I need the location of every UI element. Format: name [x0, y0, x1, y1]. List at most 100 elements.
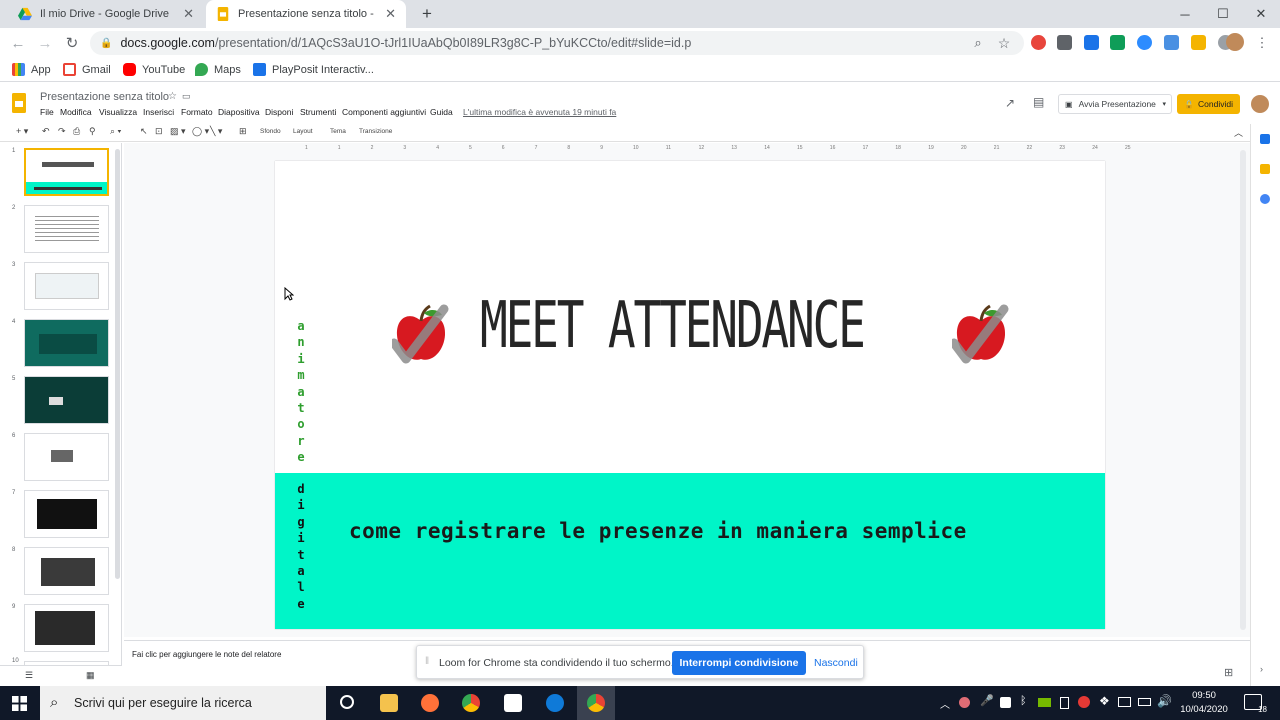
extension-icon[interactable] [1191, 35, 1206, 50]
zoom-extension-icon[interactable] [1137, 35, 1152, 50]
extension-icon[interactable] [1057, 35, 1072, 50]
menu-diapositiva[interactable]: Diapositiva [218, 107, 260, 117]
document-title[interactable]: Presentazione senza titolo [40, 91, 169, 103]
bookmark-star-icon[interactable]: ☆ [994, 33, 1014, 53]
microphone-icon[interactable]: 🎤 [980, 694, 994, 707]
menu-formato[interactable]: Formato [181, 107, 213, 117]
slide-thumbnail-9[interactable] [24, 604, 109, 652]
drag-handle-icon[interactable]: ‖ [425, 656, 429, 667]
chevron-right-icon[interactable]: › [1260, 664, 1263, 674]
extension-icon[interactable] [1084, 35, 1099, 50]
slide-thumbnail-1[interactable] [24, 148, 109, 196]
menu-inserisci[interactable]: Inserisci [143, 107, 174, 117]
image-icon[interactable]: ▨ ▾ [170, 126, 186, 137]
bookmark-maps[interactable]: Maps [195, 63, 241, 76]
taskbar-active-app[interactable] [577, 686, 615, 720]
slide-thumbnail-5[interactable] [24, 376, 109, 424]
bookmark-gmail[interactable]: Gmail [63, 63, 111, 76]
slide-thumbnail-4[interactable] [24, 319, 109, 367]
theme-button[interactable]: Tema [330, 128, 346, 135]
canvas-scrollbar[interactable] [1240, 150, 1246, 630]
taskbar-search[interactable]: ⌕ Scrivi qui per eseguire la ricerca [40, 686, 326, 720]
activity-trend-icon[interactable]: ↗ [1005, 96, 1015, 110]
file-explorer-icon[interactable] [380, 694, 398, 712]
keep-icon[interactable] [1260, 164, 1270, 174]
paint-format-icon[interactable]: ⚲ [89, 126, 96, 137]
hide-button[interactable]: Nascondi [814, 657, 858, 669]
avatar[interactable] [1226, 33, 1244, 51]
vertical-text-animatore[interactable]: animatore [295, 318, 307, 466]
address-bar[interactable]: 🔒 docs.google.com/presentation/d/1AQcS3a… [90, 31, 1024, 55]
tab-google-drive[interactable]: Il mio Drive - Google Drive ✕ [8, 0, 204, 28]
explore-icon[interactable]: ⊞ [1224, 666, 1233, 679]
menu-disponi[interactable]: Disponi [265, 107, 293, 117]
shape-icon[interactable]: ◯ ▾ [192, 126, 209, 137]
comments-icon[interactable]: ▤ [1033, 95, 1044, 109]
layout-button[interactable]: Layout [293, 128, 313, 135]
menu-componenti-aggiuntivi[interactable]: Componenti aggiuntivi [342, 107, 426, 117]
network-icon[interactable] [1118, 697, 1131, 707]
slide-thumbnail-3[interactable] [24, 262, 109, 310]
windows-start-icon[interactable] [12, 696, 27, 711]
usb-icon[interactable] [1060, 697, 1069, 709]
grid-view-icon[interactable]: ▦ [86, 670, 95, 681]
select-icon[interactable]: ↖ [140, 126, 148, 137]
show-hidden-icons-icon[interactable]: ︿ [940, 696, 950, 711]
tab-google-slides[interactable]: Presentazione senza titolo - Presentazio… [206, 0, 406, 28]
redo-icon[interactable]: ↷ [58, 126, 66, 137]
present-button[interactable]: ▣ Avvia Presentazione ▾ [1058, 94, 1172, 114]
zoom-tool-icon[interactable]: ⌕ ▾ [110, 126, 121, 137]
google-slides-logo-icon[interactable] [12, 93, 26, 113]
volume-icon[interactable]: 🔊 [1157, 694, 1172, 708]
calendar-icon[interactable] [1260, 134, 1270, 144]
forward-icon[interactable]: → [35, 33, 55, 53]
comment-add-icon[interactable]: ⊞ [239, 126, 247, 137]
undo-icon[interactable]: ↶ [42, 126, 50, 137]
extension-icon[interactable] [1031, 35, 1046, 50]
menu-strumenti[interactable]: Strumenti [300, 107, 336, 117]
extension-icon[interactable] [1110, 35, 1125, 50]
text-box-icon[interactable]: ⊡ [155, 126, 163, 137]
store-icon[interactable] [504, 694, 522, 712]
share-button[interactable]: 🔒 Condividi [1177, 94, 1240, 114]
firefox-icon[interactable] [421, 694, 439, 712]
chrome-icon[interactable] [462, 694, 480, 712]
list-view-icon[interactable]: ☰ [25, 670, 33, 681]
vertical-text-digitale[interactable]: digitale [295, 481, 307, 612]
chevron-down-icon[interactable]: ▾ [1162, 100, 1166, 108]
bluetooth-icon[interactable]: ᛒ [1020, 695, 1027, 707]
transition-button[interactable]: Transizione [359, 128, 392, 135]
slide-thumbnail-6[interactable] [24, 433, 109, 481]
edge-icon[interactable] [546, 694, 564, 712]
cortana-icon[interactable] [340, 695, 354, 709]
bookmark-youtube[interactable]: YouTube [123, 63, 185, 76]
last-edit-link[interactable]: L'ultima modifica è avvenuta 19 minuti f… [463, 107, 616, 117]
chrome-menu-icon[interactable]: ⋮ [1252, 33, 1272, 53]
menu-visualizza[interactable]: Visualizza [99, 107, 137, 117]
close-tab-icon[interactable]: ✕ [183, 6, 194, 22]
close-window-icon[interactable]: ✕ [1242, 0, 1280, 28]
new-tab-button[interactable]: + [412, 0, 436, 28]
menu-guida[interactable]: Guida [430, 107, 453, 117]
slide-thumbnail-2[interactable] [24, 205, 109, 253]
nvidia-icon[interactable] [1038, 698, 1051, 707]
notification-icon[interactable]: 18 [1244, 694, 1267, 714]
zoom-icon[interactable]: ⌕ [968, 33, 988, 53]
slide-subtitle[interactable]: come registrare le presenze in maniera s… [349, 519, 967, 543]
move-folder-icon[interactable]: ▭ [182, 91, 191, 102]
battery-icon[interactable] [1138, 698, 1151, 706]
close-tab-icon[interactable]: ✕ [385, 6, 396, 22]
maximize-icon[interactable]: ☐ [1204, 0, 1242, 28]
minimize-icon[interactable]: ─ [1166, 0, 1204, 28]
slide-thumbnail-7[interactable] [24, 490, 109, 538]
collapse-toolbar-icon[interactable]: ︿ [1234, 126, 1243, 139]
avatar[interactable] [1251, 95, 1269, 113]
tray-app-icon[interactable] [1078, 696, 1090, 708]
slide-thumbnail-8[interactable] [24, 547, 109, 595]
menu-file[interactable]: File [40, 107, 54, 117]
back-icon[interactable]: ← [8, 33, 28, 53]
slide-title[interactable]: MEET ATTENDANCE [480, 289, 866, 363]
stop-sharing-button[interactable]: Interrompi condivisione [672, 651, 806, 675]
slide-canvas[interactable]: MEET ATTENDANCE come registrare le prese… [275, 161, 1105, 629]
menu-modifica[interactable]: Modifica [60, 107, 92, 117]
